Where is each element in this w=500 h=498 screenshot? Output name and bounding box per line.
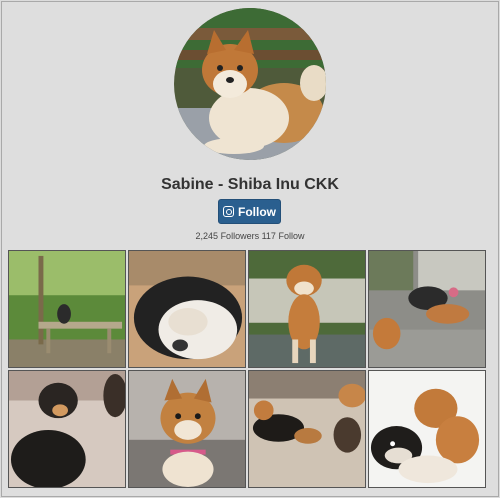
photo-puppies-on-deck[interactable] xyxy=(368,250,486,368)
photo-grid xyxy=(0,0,500,498)
photo-dog-on-picnic-table[interactable] xyxy=(8,250,126,368)
photo-puppies-on-bed[interactable] xyxy=(248,370,366,488)
photo-black-tan-puppies[interactable] xyxy=(8,370,126,488)
photo-puppy-with-pink-collar[interactable] xyxy=(128,370,246,488)
photo-sleeping-dog-closeup[interactable] xyxy=(128,250,246,368)
photo-puppies-playing[interactable] xyxy=(368,370,486,488)
photo-puppy-standing-on-deck[interactable] xyxy=(248,250,366,368)
